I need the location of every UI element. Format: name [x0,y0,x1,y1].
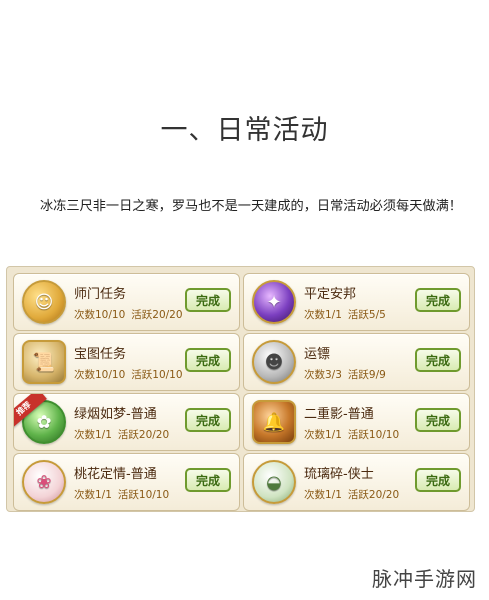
complete-button[interactable]: 完成 [185,348,231,372]
activity-active: 活跃10/10 [347,429,400,441]
activity-name: 运镖 [304,347,331,362]
site-watermark: 脉冲手游网 [372,567,477,591]
activity-count: 次数1/1 [304,429,342,441]
activity-active: 活跃10/10 [131,369,183,381]
activity-card-shimen: ☺ 师门任务 次数10/10 活跃20/20 完成 [13,273,240,331]
activity-name: 二重影-普通 [304,407,374,422]
silver-coin-icon: ☻ [252,340,296,384]
activity-card-lvyan: 推荐 ✿ 绿烟如梦-普通 次数1/1 活跃20/20 完成 [13,393,240,451]
activity-count: 次数1/1 [74,489,112,501]
activity-active: 活跃10/10 [117,489,170,501]
activity-card-yunbiao: ☻ 运镖 次数3/3 活跃9/9 完成 [243,333,470,391]
activity-name: 宝图任务 [74,347,127,362]
scroll-icon: 📜 [22,340,66,384]
activity-count: 次数3/3 [304,369,342,381]
activity-count: 次数1/1 [304,489,342,501]
complete-button[interactable]: 完成 [415,288,461,312]
activity-stats: 次数3/3 活跃9/9 [304,367,386,382]
activity-count: 次数1/1 [304,309,342,321]
gold-coin-icon: ☺ [22,280,66,324]
activity-card-baotu: 📜 宝图任务 次数10/10 活跃10/10 完成 [13,333,240,391]
activity-name: 平定安邦 [304,287,357,302]
intro-text: 冰冻三尺非一日之寒，罗马也不是一天建成的，日常活动必须每天做满！ [40,199,462,214]
purple-gem-icon: ✦ [252,280,296,324]
activity-stats: 次数1/1 活跃10/10 [74,487,169,502]
activity-stats: 次数10/10 活跃10/10 [74,367,183,382]
complete-button[interactable]: 完成 [185,468,231,492]
intro-paragraph: 冰冻三尺非一日之寒，罗马也不是一天建成的，日常活动必须每天做满！ [20,193,470,220]
activity-card-liulisui: ◒ 琉璃碎-侠士 次数1/1 活跃20/20 完成 [243,453,470,511]
activity-stats: 次数10/10 活跃20/20 [74,307,183,322]
activity-stats: 次数1/1 活跃5/5 [304,307,386,322]
activity-active: 活跃9/9 [347,369,386,381]
complete-button[interactable]: 完成 [415,348,461,372]
activity-panel: ☺ 师门任务 次数10/10 活跃20/20 完成 ✦ 平定安邦 次数1/1 活跃5… [6,266,475,512]
activity-card-pingding: ✦ 平定安邦 次数1/1 活跃5/5 完成 [243,273,470,331]
activity-name: 琉璃碎-侠士 [304,467,374,482]
complete-button[interactable]: 完成 [185,288,231,312]
activity-count: 次数1/1 [74,429,112,441]
bell-icon: 🔔 [252,400,296,444]
activity-active: 活跃20/20 [117,429,170,441]
activity-count: 次数10/10 [74,309,126,321]
complete-button[interactable]: 完成 [415,468,461,492]
activity-count: 次数10/10 [74,369,126,381]
activity-stats: 次数1/1 活跃10/10 [304,427,399,442]
activity-name: 师门任务 [74,287,127,302]
activity-active: 活跃20/20 [131,309,183,321]
activity-name: 绿烟如梦-普通 [74,407,157,422]
activity-active: 活跃5/5 [347,309,386,321]
activity-card-taohua: ❀ 桃花定情-普通 次数1/1 活跃10/10 完成 [13,453,240,511]
peach-blossom-icon: ❀ [22,460,66,504]
activity-stats: 次数1/1 活跃20/20 [304,487,399,502]
activity-card-erchongying: 🔔 二重影-普通 次数1/1 活跃10/10 完成 [243,393,470,451]
activity-active: 活跃20/20 [347,489,400,501]
activity-name: 桃花定情-普通 [74,467,157,482]
complete-button[interactable]: 完成 [415,408,461,432]
jade-bowl-icon: ◒ [252,460,296,504]
section-title: 一、日常活动 [160,115,329,146]
complete-button[interactable]: 完成 [185,408,231,432]
activity-stats: 次数1/1 活跃20/20 [74,427,169,442]
